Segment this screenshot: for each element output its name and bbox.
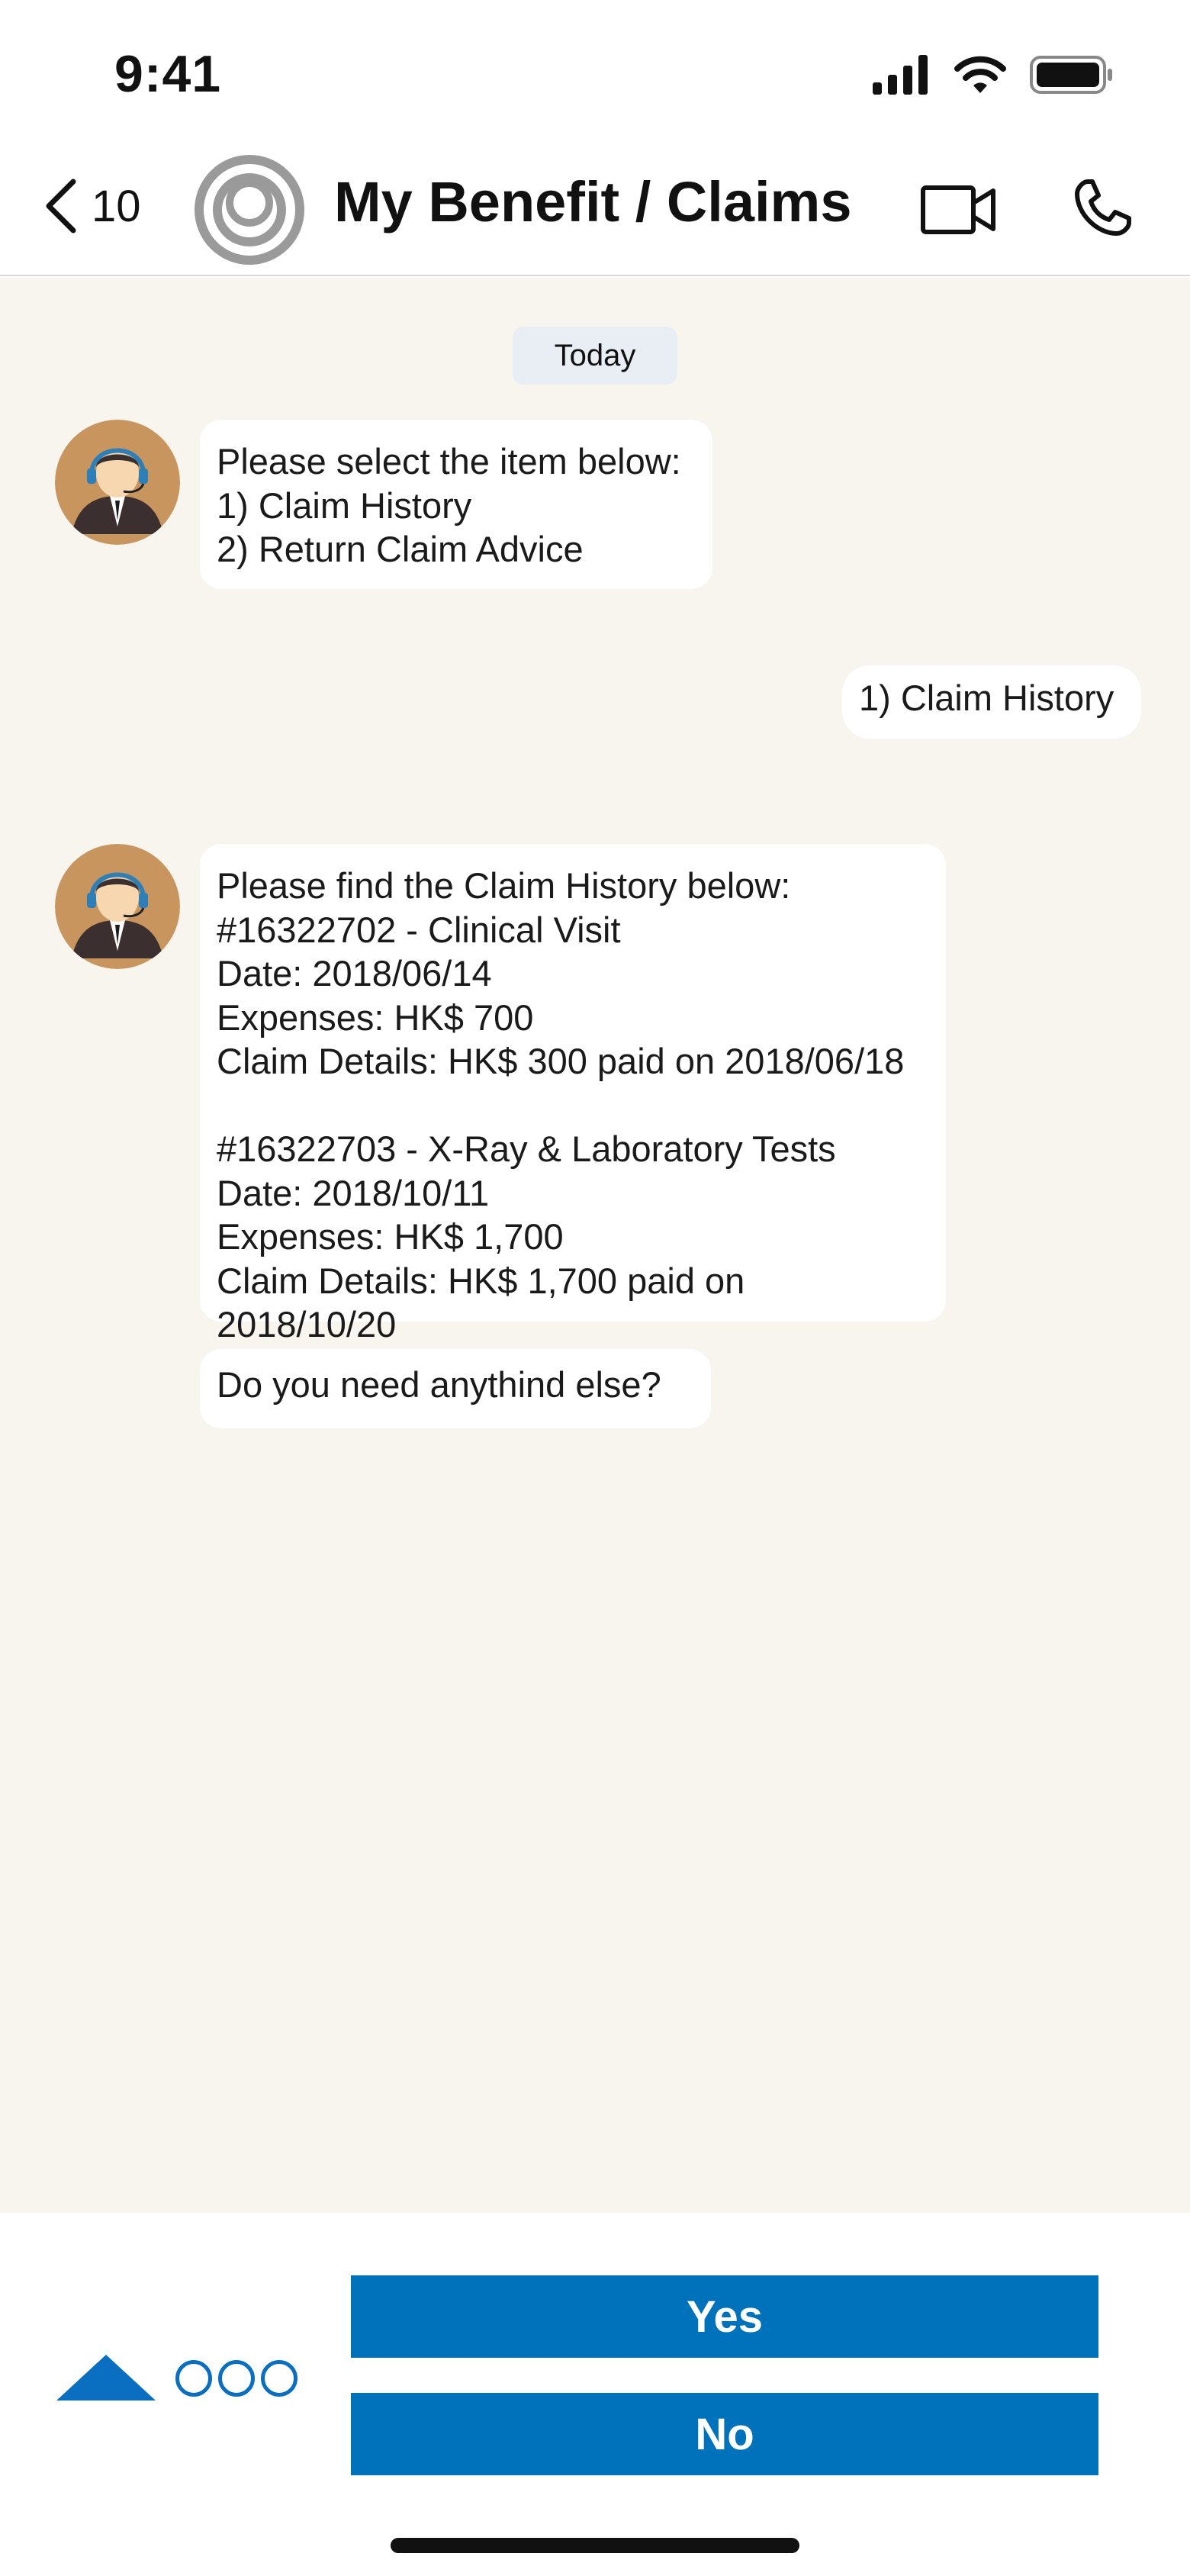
agent-message: Do you need anythind else?	[200, 1349, 711, 1428]
agent-avatar	[55, 420, 180, 545]
chat-area[interactable]: Today Please select the item below: 1) C…	[0, 278, 1190, 2213]
contact-avatar-icon[interactable]	[194, 154, 305, 266]
unread-count: 10	[92, 181, 141, 231]
status-time: 9:41	[114, 45, 222, 103]
agent-avatar	[55, 844, 180, 969]
chat-title: My Benefit / Claims	[334, 170, 852, 233]
menu-toggle-button[interactable]	[56, 2355, 298, 2402]
quick-reply-panel: Yes No	[0, 2213, 1190, 2576]
yes-button[interactable]: Yes	[351, 2275, 1098, 2358]
phone-call-icon[interactable]	[1073, 177, 1134, 238]
back-chevron-icon	[46, 179, 76, 233]
agent-message: Please select the item below: 1) Claim H…	[200, 420, 712, 589]
video-call-icon[interactable]	[920, 182, 996, 237]
date-chip: Today	[513, 327, 677, 385]
signal-icon	[873, 55, 928, 95]
status-bar: 9:41	[0, 0, 1190, 145]
more-options-icon	[175, 2360, 298, 2397]
agent-message: Please find the Claim History below: #16…	[200, 844, 946, 1344]
chat-header: 10 My Benefit / Claims	[0, 145, 1190, 276]
home-indicator	[391, 2538, 799, 2553]
no-button[interactable]: No	[351, 2393, 1098, 2475]
status-icons	[873, 55, 1114, 95]
back-button[interactable]: 10	[43, 177, 141, 235]
user-message: 1) Claim History	[842, 665, 1141, 739]
wifi-icon	[954, 56, 1006, 93]
battery-icon	[1030, 56, 1112, 94]
expand-up-icon	[56, 2355, 156, 2401]
